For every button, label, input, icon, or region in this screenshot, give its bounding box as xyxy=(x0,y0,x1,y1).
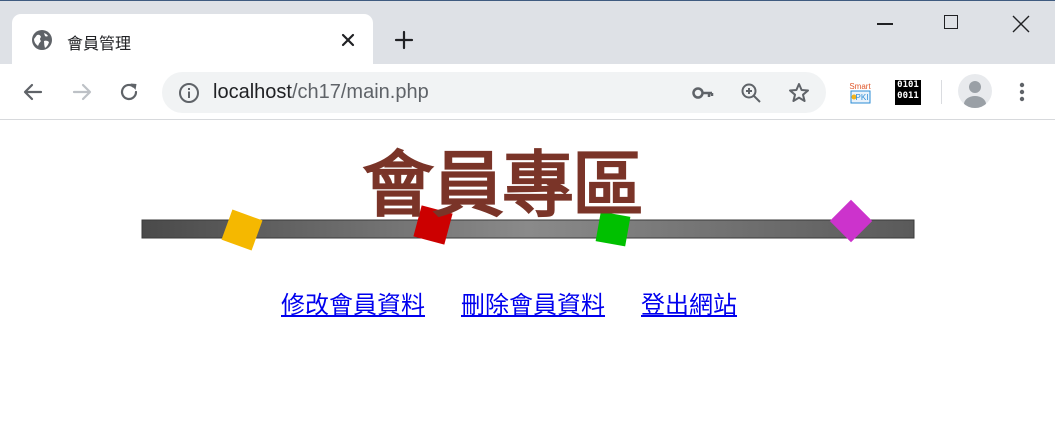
banner-title: 會員專區 xyxy=(362,142,644,227)
toolbar-divider xyxy=(941,80,942,104)
binary-line2: 0011 xyxy=(897,91,919,101)
person-icon xyxy=(964,81,986,108)
member-area-banner: 會員專區 xyxy=(140,142,916,254)
new-tab-icon[interactable] xyxy=(393,29,415,51)
key-icon[interactable] xyxy=(691,81,715,105)
edit-member-link[interactable]: 修改會員資料 xyxy=(281,291,425,319)
window-close-icon[interactable] xyxy=(1012,15,1030,33)
browser-tab[interactable]: 會員管理 xyxy=(12,14,373,65)
bookmark-star-icon[interactable] xyxy=(787,81,811,105)
smart-pki-line1: Smart xyxy=(849,82,871,91)
url-path: /ch17/main.php xyxy=(291,81,429,103)
diamond-yellow xyxy=(221,209,263,251)
globe-icon xyxy=(32,30,52,50)
more-menu-icon[interactable] xyxy=(1016,80,1028,104)
url-text[interactable]: localhost/ch17/main.php xyxy=(213,81,429,104)
reload-icon[interactable] xyxy=(117,80,141,104)
browser-toolbar: localhost/ch17/main.php Smart PKI 0101 0… xyxy=(0,64,1055,120)
url-host: localhost xyxy=(213,81,292,103)
profile-avatar[interactable] xyxy=(958,74,992,108)
address-bar[interactable]: localhost/ch17/main.php xyxy=(162,72,826,113)
smart-pki-line2: PKI xyxy=(856,93,869,102)
delete-member-link[interactable]: 刪除會員資料 xyxy=(461,291,605,319)
back-icon[interactable] xyxy=(21,80,45,104)
binary-line1: 0101 xyxy=(897,80,919,90)
minimize-icon[interactable] xyxy=(877,23,893,25)
smart-pki-extension-icon[interactable]: Smart PKI xyxy=(847,81,873,105)
forward-icon[interactable] xyxy=(70,80,94,104)
page-content: 會員專區 修改會員資料 刪除會員資料 登出網站 xyxy=(0,120,1055,435)
maximize-icon[interactable] xyxy=(944,15,958,29)
zoom-icon[interactable] xyxy=(739,81,763,105)
logout-link[interactable]: 登出網站 xyxy=(641,291,737,319)
tab-title: 會員管理 xyxy=(67,34,132,53)
close-icon[interactable] xyxy=(337,29,359,51)
info-icon[interactable] xyxy=(177,81,201,105)
member-links: 修改會員資料 刪除會員資料 登出網站 xyxy=(281,285,773,320)
binary-extension-icon[interactable]: 0101 0011 xyxy=(895,80,921,105)
title-bar: 會員管理 xyxy=(0,0,1055,65)
